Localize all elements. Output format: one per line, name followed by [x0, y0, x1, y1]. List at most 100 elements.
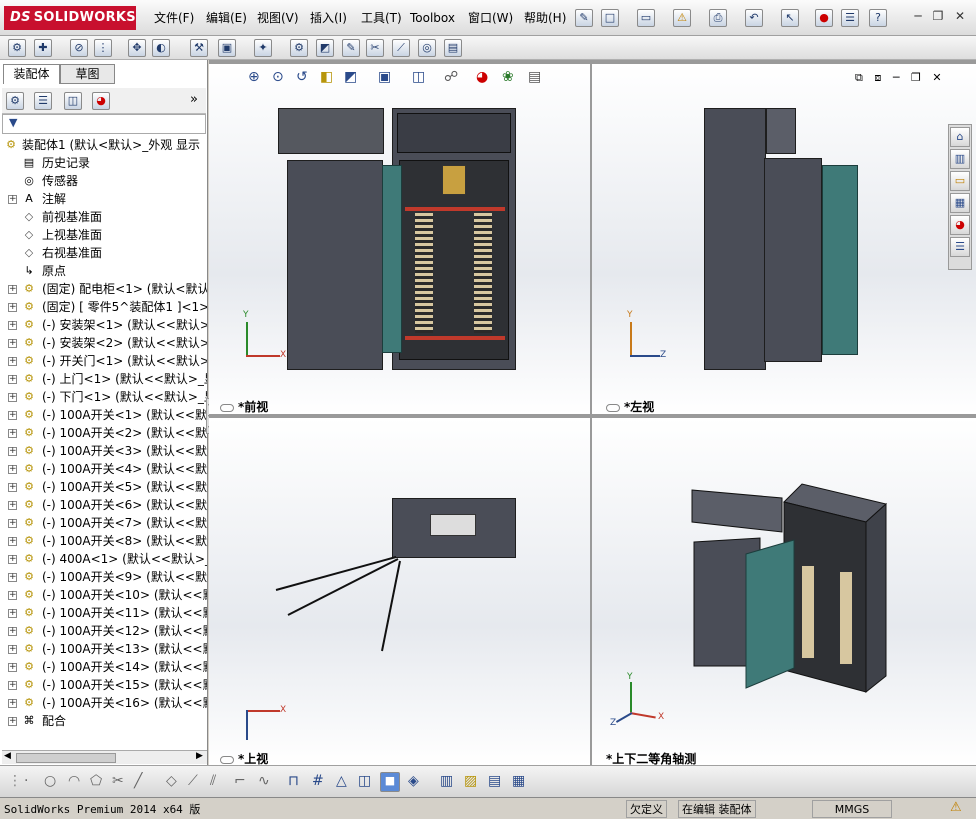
file-explorer-icon[interactable]: ▭	[950, 171, 970, 191]
tree-item[interactable]: + ⚙ (-) 下门<1> (默认<<默认>_显	[2, 388, 207, 406]
table-icon[interactable]: ▤	[488, 773, 501, 789]
smart-dimension-icon[interactable]: ◇	[166, 773, 177, 789]
section-icon[interactable]: ▥	[440, 773, 453, 789]
new-motion-study-icon[interactable]: ✦	[254, 39, 272, 57]
spline-icon[interactable]: ∿	[258, 773, 270, 789]
hide-show-items-icon[interactable]: ☍	[444, 69, 458, 85]
tree-item[interactable]: + ⚙ (-) 100A开关<6> (默认<<默认	[2, 496, 207, 514]
traffic-light-icon[interactable]: ●	[815, 9, 833, 27]
trim-icon[interactable]: ✂	[112, 773, 124, 789]
viewport-minimize-icon[interactable]: ─	[893, 71, 900, 84]
tree-item[interactable]: + ⚙ (-) 100A开关<2> (默认<<默认	[2, 424, 207, 442]
custom-properties-icon[interactable]: ☰	[950, 237, 970, 257]
property-manager-tab-icon[interactable]: ☰	[34, 92, 52, 110]
tree-item[interactable]: + ⚙ (-) 安装架<2> (默认<<默认>_	[2, 334, 207, 352]
expand-toggle[interactable]: +	[8, 537, 17, 546]
tree-item[interactable]: + ⚙ (-) 100A开关<8> (默认<<默认	[2, 532, 207, 550]
expand-toggle[interactable]: +	[8, 681, 17, 690]
tree-root-assembly[interactable]: ⚙ 装配体1 (默认<默认>_外观 显示	[2, 136, 207, 154]
dynamic-annotation-icon[interactable]: ◩	[344, 69, 357, 85]
tree-horizontal-scrollbar[interactable]: ◀ ▶	[2, 750, 207, 764]
tree-item[interactable]: + ⚙ (-) 100A开关<5> (默认<<默认	[2, 478, 207, 496]
feature-manager-tab-icon[interactable]: ⚙	[6, 92, 24, 110]
interference-icon[interactable]: ✂	[366, 39, 384, 57]
tree-item[interactable]: ◎ 传感器	[2, 172, 207, 190]
view-cube-icon[interactable]: ◈	[408, 773, 419, 789]
expand-toggle[interactable]: +	[8, 591, 17, 600]
restore-button[interactable]: ❐	[929, 9, 947, 25]
display-style-icon[interactable]: ◫	[412, 69, 425, 85]
tab-sketch[interactable]: 草图	[60, 64, 115, 84]
tree-item[interactable]: + A 注解	[2, 190, 207, 208]
explode-line-icon[interactable]: ✎	[342, 39, 360, 57]
clearance-icon[interactable]: ⟋	[392, 39, 410, 57]
display-manager-tab-icon[interactable]: ◕	[92, 92, 110, 110]
close-button[interactable]: ✕	[951, 9, 969, 25]
tree-item[interactable]: ↳ 原点	[2, 262, 207, 280]
expand-toggle[interactable]: +	[8, 555, 17, 564]
tree-item[interactable]: + ⚙ (-) 100A开关<11> (默认<<默认	[2, 604, 207, 622]
expand-toggle[interactable]: +	[8, 429, 17, 438]
zoom-area-icon[interactable]: ⊙	[272, 69, 284, 85]
corner-rectangle-icon[interactable]: ⌐	[234, 773, 246, 789]
view-orientation-icon[interactable]: ▣	[378, 69, 391, 85]
line-icon[interactable]: ╱	[134, 773, 142, 789]
new-document-icon[interactable]: □	[601, 9, 619, 27]
menu-insert[interactable]: 插入(I)	[309, 10, 348, 26]
section-view-icon[interactable]: ◧	[320, 69, 333, 85]
tree-item[interactable]: ▤ 历史记录	[2, 154, 207, 172]
menu-file[interactable]: 文件(F)	[153, 10, 195, 26]
tree-item[interactable]: + ⚙ (固定) 配电柜<1> (默认<默认	[2, 280, 207, 298]
tree-item[interactable]: ◇ 右视基准面	[2, 244, 207, 262]
rebuild-status-icon[interactable]: ⚠	[950, 800, 962, 815]
expand-toggle[interactable]: +	[8, 375, 17, 384]
menu-tools[interactable]: 工具(T)	[360, 10, 403, 26]
expand-toggle[interactable]: +	[8, 699, 17, 708]
tree-item[interactable]: + ⚙ (-) 开关门<1> (默认<<默认>_	[2, 352, 207, 370]
grid-icon[interactable]: #	[312, 773, 324, 789]
expand-toggle[interactable]: +	[8, 519, 17, 528]
scrollbar-thumb[interactable]	[16, 753, 116, 763]
expand-toggle[interactable]: +	[8, 627, 17, 636]
menu-view[interactable]: 视图(V)	[256, 10, 300, 26]
tree-item[interactable]: + ⚙ (-) 100A开关<4> (默认<<默认	[2, 460, 207, 478]
tree-item[interactable]: + ⚙ (-) 100A开关<14> (默认<<默认	[2, 658, 207, 676]
pattern-icon[interactable]: ⋮	[94, 39, 112, 57]
tree-item[interactable]: + ⚙ (固定) [ 零件5^装配体1 ]<1>	[2, 298, 207, 316]
viewport-restore-icon[interactable]: ❐	[911, 71, 921, 84]
expand-toggle[interactable]: +	[8, 573, 17, 582]
options-icon[interactable]: ☰	[841, 9, 859, 27]
instant3d-icon[interactable]: ▤	[444, 39, 462, 57]
viewport-tile-icon[interactable]: ⧉	[855, 71, 863, 84]
unit-system[interactable]: MMGS	[812, 800, 892, 818]
select-pointer-icon[interactable]: ↖	[781, 9, 799, 27]
reference-geometry-icon[interactable]: ▣	[218, 39, 236, 57]
minimize-button[interactable]: ─	[909, 9, 927, 25]
expand-toggle[interactable]: +	[8, 303, 17, 312]
view-palette-icon[interactable]: ▦	[950, 193, 970, 213]
expand-toggle[interactable]: +	[8, 321, 17, 330]
tree-item[interactable]: + ⚙ (-) 100A开关<7> (默认<<默认	[2, 514, 207, 532]
more-tabs-icon[interactable]: »	[190, 92, 198, 107]
solidworks-logo[interactable]: DS SOLIDWORKS	[4, 6, 136, 30]
hide-show-icon[interactable]: ◐	[152, 39, 170, 57]
pin-icon[interactable]: ✎	[575, 9, 593, 27]
tree-item[interactable]: + ⚙ (-) 100A开关<16> (默认<<默认	[2, 694, 207, 712]
help-icon[interactable]: ?	[869, 9, 887, 27]
expand-toggle[interactable]: +	[8, 393, 17, 402]
viewport-close-icon[interactable]: ✕	[932, 71, 941, 84]
tree-item[interactable]: + ⚙ (-) 100A开关<1> (默认<<默认	[2, 406, 207, 424]
circle-icon[interactable]: ○	[44, 773, 56, 789]
move-component-icon[interactable]: ✥	[128, 39, 146, 57]
insert-component-icon[interactable]: ✚	[34, 39, 52, 57]
edit-component-icon[interactable]: ⚙	[8, 39, 26, 57]
tree-item[interactable]: + ⚙ (-) 安装架<1> (默认<<默认>_	[2, 316, 207, 334]
expand-toggle[interactable]: +	[8, 717, 17, 726]
tree-item[interactable]: + ⚙ (-) 100A开关<9> (默认<<默认	[2, 568, 207, 586]
expand-toggle[interactable]: +	[8, 501, 17, 510]
configuration-manager-tab-icon[interactable]: ◫	[64, 92, 82, 110]
tree-item[interactable]: + ⚙ (-) 100A开关<15> (默认<<默认	[2, 676, 207, 694]
rebuild-warning-icon[interactable]: ⚠	[673, 9, 691, 27]
print-icon[interactable]: ⎙	[709, 9, 727, 27]
expand-toggle[interactable]: +	[8, 447, 17, 456]
